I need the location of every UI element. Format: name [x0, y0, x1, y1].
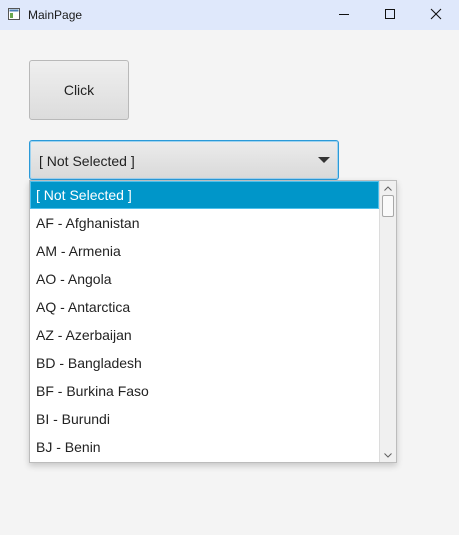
minimize-button[interactable]	[321, 0, 367, 30]
list-item[interactable]: BI - Burundi	[30, 405, 379, 433]
list-item[interactable]: BF - Burkina Faso	[30, 377, 379, 405]
list-item[interactable]: AM - Armenia	[30, 237, 379, 265]
minimize-icon	[338, 8, 350, 23]
list-item[interactable]: BJ - Benin	[30, 433, 379, 461]
app-window-icon	[8, 8, 20, 20]
option-list: [ Not Selected ] AF - Afghanistan AM - Arm…	[30, 181, 379, 461]
close-icon	[430, 8, 442, 23]
close-button[interactable]	[413, 0, 459, 30]
vertical-scrollbar[interactable]	[379, 181, 396, 462]
country-combo-box[interactable]: [ Not Selected ]	[29, 140, 339, 180]
window-title: MainPage	[28, 8, 83, 22]
combo-dropdown-list[interactable]: [ Not Selected ] AF - Afghanistan AM - Arm…	[29, 180, 397, 463]
maximize-icon	[384, 8, 396, 23]
list-item[interactable]: BD - Bangladesh	[30, 349, 379, 377]
list-item[interactable]: [ Not Selected ]	[30, 181, 379, 209]
click-button[interactable]: Click	[29, 60, 129, 120]
list-item[interactable]: AO - Angola	[30, 265, 379, 293]
scroll-up-arrow-icon[interactable]	[380, 181, 396, 195]
chevron-down-icon[interactable]	[318, 157, 330, 163]
list-item[interactable]: AF - Afghanistan	[30, 209, 379, 237]
maximize-button[interactable]	[367, 0, 413, 30]
list-item[interactable]: AZ - Azerbaijan	[30, 321, 379, 349]
list-item[interactable]: AQ - Antarctica	[30, 293, 379, 321]
title-bar[interactable]: MainPage	[0, 0, 459, 30]
combo-selected-value: [ Not Selected ]	[39, 153, 135, 169]
scroll-thumb[interactable]	[382, 195, 394, 217]
scroll-down-arrow-icon[interactable]	[380, 448, 396, 462]
